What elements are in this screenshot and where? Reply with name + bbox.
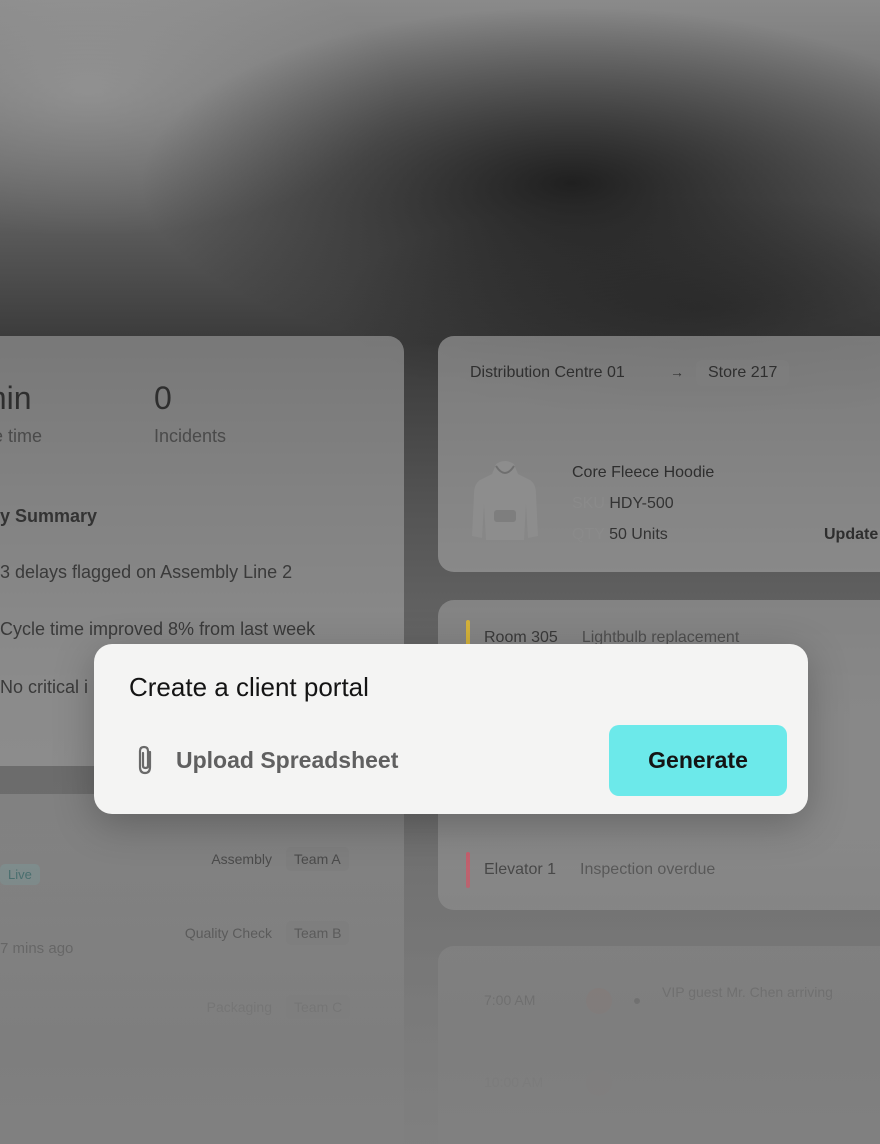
upload-label: Upload Spreadsheet [176,746,399,773]
sku-value: HDY-500 [609,495,674,512]
qty-row: QTY 50 Units [572,526,668,544]
update-button[interactable]: Update [824,526,878,544]
paperclip-icon [138,745,152,775]
qty-label: QTY [572,526,605,543]
summary-title: y Summary [0,506,98,526]
team-chip: Team B [286,921,350,945]
prompt-panel: Create a client portal Upload Spreadshee… [94,644,808,814]
upload-spreadsheet-button[interactable]: Upload Spreadsheet [134,744,398,776]
team-chip: Team A [286,847,349,871]
schedule-card: 7:00 AM VIP guest Mr. Chen arriving 10:0… [438,946,880,1144]
time-ago: 7 mins ago [0,940,74,957]
incidents-label: Incidents [154,426,227,446]
product-name: Core Fleece Hoodie [572,464,715,481]
live-badge: Live [0,864,40,885]
task-description: Inspection overdue [580,861,716,878]
avatar [586,988,612,1014]
origin-location: Distribution Centre 01 [470,364,625,381]
task-location: Elevator 1 [484,861,557,878]
schedule-time: 10:00 AM [484,1074,544,1090]
schedule-text: VIP guest Mr. Chen arriving [662,984,833,1000]
arrow-right-icon: → [670,364,684,380]
hoodie-image [472,461,538,540]
schedule-time: 7:00 AM [484,992,536,1008]
cycle-time-value: min [0,380,32,416]
priority-bar [466,852,470,888]
summary-line: No critical i [0,677,89,697]
destination-location: Store 217 [696,360,790,386]
team-step: Packaging [206,999,272,1015]
production-teams-card: Live 7 mins ago Assembly Team A Quality … [0,794,404,1144]
incidents-value: 0 [154,380,172,416]
task-item[interactable]: Elevator 1 Inspection overdue [466,852,715,888]
shipment-card: Distribution Centre 01 → Store 217 Core … [438,336,880,572]
generate-button[interactable]: Generate [609,725,787,796]
dot-icon [634,998,640,1004]
prompt-input[interactable]: Create a client portal [129,672,369,703]
team-step: Assembly [211,851,272,867]
team-chip: Team C [286,995,351,1019]
summary-line: 3 delays flagged on Assembly Line 2 [0,562,293,582]
cycle-time-label: cle time [0,426,43,446]
summary-line: Cycle time improved 8% from last week [0,619,316,639]
sku-row: SKU HDY-500 [572,495,674,513]
team-step: Quality Check [184,925,272,941]
sku-label: SKU [572,495,605,512]
avatar [586,1070,612,1096]
qty-value: 50 Units [609,526,668,543]
